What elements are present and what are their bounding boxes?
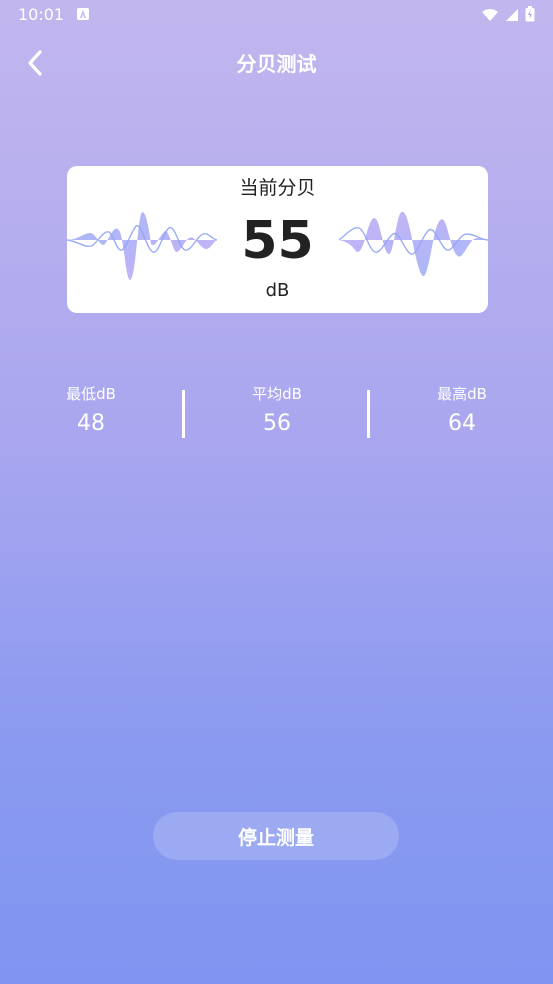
sound-wave-right: [339, 211, 488, 277]
stat-average-value: 56: [263, 411, 291, 436]
notification-icon: [77, 8, 89, 20]
current-db-unit: dB: [265, 280, 290, 301]
top-bar: 分贝测试: [0, 40, 553, 88]
current-db-label: 当前分贝: [239, 177, 316, 199]
stat-average: 平均dB 56: [212, 384, 342, 437]
battery-charging-icon: [525, 6, 535, 26]
status-bar: 10:01: [0, 0, 553, 30]
stat-min: 最低dB 48: [26, 384, 156, 437]
stop-measure-button[interactable]: 停止测量: [153, 812, 399, 860]
stat-max-label: 最高dB: [437, 385, 487, 403]
page-title: 分贝测试: [236, 52, 317, 76]
stats-divider: [182, 390, 185, 438]
stat-max-value: 64: [448, 411, 476, 436]
stat-min-label: 最低dB: [66, 385, 116, 403]
decibel-card: 当前分贝 55 dB: [67, 166, 488, 313]
stat-min-value: 48: [77, 411, 105, 436]
stat-average-label: 平均dB: [252, 385, 302, 403]
status-time: 10:01: [18, 5, 65, 24]
stats-row: 最低dB 48 平均dB 56 最高dB 64: [0, 384, 553, 442]
wifi-icon: [481, 7, 499, 26]
stat-max: 最高dB 64: [397, 384, 527, 437]
status-icons: [481, 6, 535, 26]
stats-divider: [367, 390, 370, 438]
signal-icon: [505, 7, 519, 26]
